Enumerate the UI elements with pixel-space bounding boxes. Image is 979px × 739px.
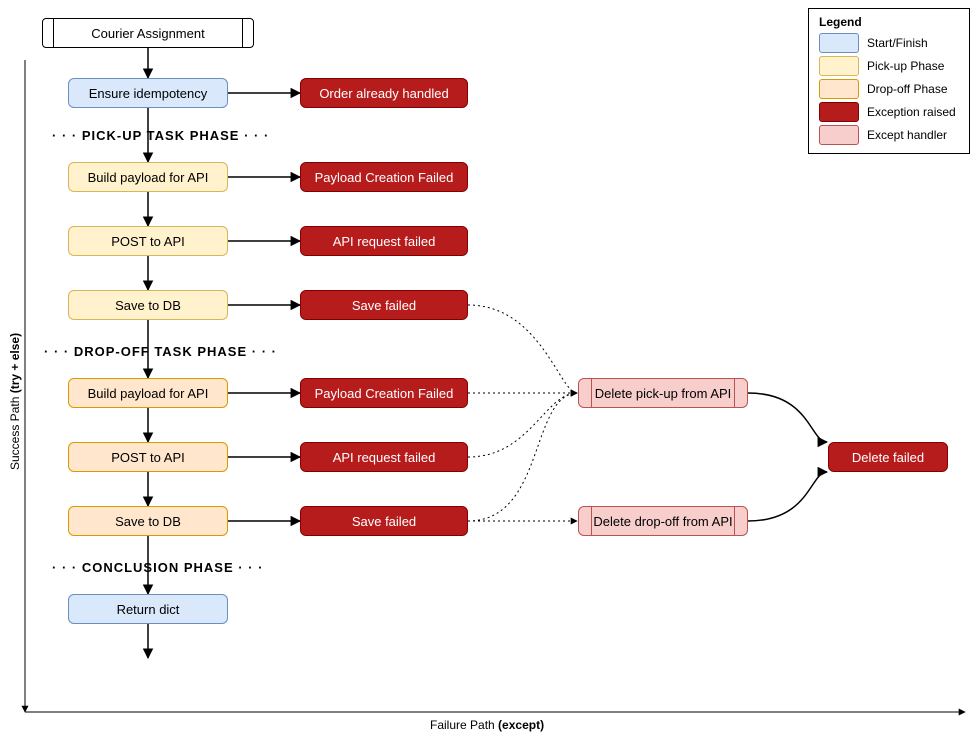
- err-save2: Save failed: [300, 506, 468, 536]
- node-idempotency: Ensure idempotency: [68, 78, 228, 108]
- diagram-canvas: Courier Assignment Ensure idempotency PI…: [0, 0, 979, 739]
- phase-dropoff: DROP-OFF TASK PHASE: [44, 344, 277, 359]
- err-payload2: Payload Creation Failed: [300, 378, 468, 408]
- legend-row-exception: Exception raised: [819, 102, 959, 122]
- text: Payload Creation Failed: [315, 386, 454, 401]
- legend-title: Legend: [819, 15, 959, 29]
- err-save1: Save failed: [300, 290, 468, 320]
- swatch-exception-icon: [819, 102, 859, 122]
- handler-del-pickup: Delete pick-up from API: [578, 378, 748, 408]
- text: Drop-off Phase: [867, 82, 948, 96]
- legend-row-start: Start/Finish: [819, 33, 959, 53]
- text: Success Path: [8, 393, 22, 470]
- handler-del-dropoff: Delete drop-off from API: [578, 506, 748, 536]
- text: Order already handled: [319, 86, 448, 101]
- node-header: Courier Assignment: [42, 18, 254, 48]
- text: Return dict: [117, 602, 180, 617]
- text: POST to API: [111, 450, 184, 465]
- phase-conclusion: CONCLUSION PHASE: [52, 560, 263, 575]
- text: DROP-OFF TASK PHASE: [74, 344, 247, 359]
- text: Pick-up Phase: [867, 59, 944, 73]
- legend-row-dropoff: Drop-off Phase: [819, 79, 959, 99]
- text: Exception raised: [867, 105, 956, 119]
- text: Ensure idempotency: [89, 86, 208, 101]
- err-delete-fail: Delete failed: [828, 442, 948, 472]
- text: Save to DB: [115, 298, 181, 313]
- legend-row-handler: Except handler: [819, 125, 959, 145]
- legend-row-pickup: Pick-up Phase: [819, 56, 959, 76]
- node-pk-build: Build payload for API: [68, 162, 228, 192]
- node-return: Return dict: [68, 594, 228, 624]
- text: API request failed: [333, 234, 436, 249]
- text: Build payload for API: [88, 386, 209, 401]
- text: Delete pick-up from API: [595, 386, 732, 401]
- text-bold: (except): [498, 718, 544, 732]
- text: CONCLUSION PHASE: [82, 560, 234, 575]
- node-pk-post: POST to API: [68, 226, 228, 256]
- swatch-pickup-icon: [819, 56, 859, 76]
- legend: Legend Start/Finish Pick-up Phase Drop-o…: [808, 8, 970, 154]
- swatch-start-icon: [819, 33, 859, 53]
- node-do-post: POST to API: [68, 442, 228, 472]
- text: Save failed: [352, 514, 416, 529]
- text: Courier Assignment: [91, 26, 204, 41]
- text: Save to DB: [115, 514, 181, 529]
- text: API request failed: [333, 450, 436, 465]
- swatch-handler-icon: [819, 125, 859, 145]
- swatch-dropoff-icon: [819, 79, 859, 99]
- err-api2: API request failed: [300, 442, 468, 472]
- phase-pickup: PICK-UP TASK PHASE: [52, 128, 269, 143]
- y-axis-label: Success Path (try + else): [8, 333, 22, 470]
- err-payload1: Payload Creation Failed: [300, 162, 468, 192]
- err-api1: API request failed: [300, 226, 468, 256]
- text: Except handler: [867, 128, 947, 142]
- text: Build payload for API: [88, 170, 209, 185]
- text: Failure Path: [430, 718, 498, 732]
- node-pk-save: Save to DB: [68, 290, 228, 320]
- text: POST to API: [111, 234, 184, 249]
- text: Start/Finish: [867, 36, 928, 50]
- text: Save failed: [352, 298, 416, 313]
- text: PICK-UP TASK PHASE: [82, 128, 240, 143]
- text: Payload Creation Failed: [315, 170, 454, 185]
- node-do-build: Build payload for API: [68, 378, 228, 408]
- x-axis-label: Failure Path (except): [430, 718, 544, 732]
- err-handled: Order already handled: [300, 78, 468, 108]
- text: Delete drop-off from API: [593, 514, 732, 529]
- node-do-save: Save to DB: [68, 506, 228, 536]
- text-bold: (try + else): [8, 333, 22, 393]
- text: Delete failed: [852, 450, 924, 465]
